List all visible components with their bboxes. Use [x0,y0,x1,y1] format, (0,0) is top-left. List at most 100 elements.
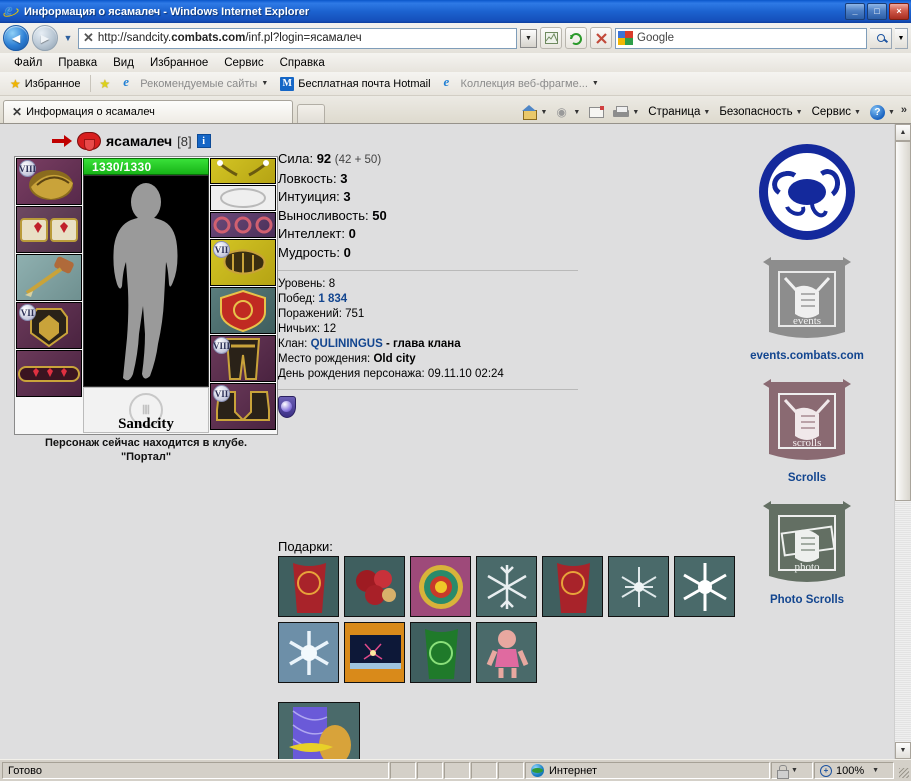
ie-browser-window: e Информация о ясамалеч - Windows Intern… [0,0,911,781]
slot-weapon[interactable] [16,254,82,301]
slot-gauntlet[interactable]: VII [210,239,276,286]
scrollbar-thumb[interactable] [895,141,911,501]
slot-rings[interactable] [210,212,276,238]
red-cloak-gift-icon [543,557,602,616]
slot-helmet[interactable]: VIII [16,158,82,205]
search-go-button[interactable] [870,27,892,49]
stop-button[interactable] [590,27,612,49]
gift-item[interactable] [674,556,735,617]
minimize-button[interactable]: _ [845,3,865,20]
chevron-down-icon: ▼ [261,80,269,87]
url-input[interactable]: ✕ http://sandcity.combats.com/inf.pl?log… [78,27,517,49]
chevron-down-icon[interactable]: ▼ [540,109,547,116]
gift-item[interactable] [410,556,471,617]
favorites-button[interactable]: ★ Избранное [4,77,87,91]
command-bar-overflow-button[interactable]: » [901,104,907,120]
gift-item[interactable] [344,556,405,617]
url-dropdown-button[interactable]: ▼ [520,28,537,48]
character-avatar [83,175,209,387]
slot-leggings[interactable]: VIII [210,335,276,382]
tab-close-icon[interactable]: ✕ [12,105,22,119]
gift-item[interactable] [278,556,339,617]
slot-bracers[interactable] [16,206,82,253]
favorite-suggested-sites[interactable]: e Рекомендуемые сайты ▼ [116,74,274,90]
scroll-up-button[interactable]: ▲ [895,124,911,141]
gift-item[interactable] [278,622,339,683]
clan-label: Клан: [278,338,308,350]
forward-button[interactable]: ► [32,25,58,51]
status-ready-label: Готово [8,764,42,777]
wins-label: Побед: [278,293,316,305]
tab-active[interactable]: ✕ Информация о ясамалеч [3,100,293,123]
google-icon [618,31,633,45]
web-page: ясамалеч [8] i VIII VII 1330/1330 Ⅲ VII … [0,124,894,759]
clan-badge-icon[interactable] [278,396,296,418]
status-text: Готово [2,762,389,779]
chevron-down-icon[interactable]: ▼ [872,767,879,774]
back-button[interactable]: ◄ [3,25,29,51]
refresh-button[interactable] [565,27,587,49]
url-suffix: /inf.pl?login=ясамалеч [245,32,362,44]
print-button[interactable]: ▼ [610,105,642,119]
gift-box-item[interactable] [278,702,360,759]
add-to-favorites-bar-button[interactable]: ★ [94,77,117,91]
search-input[interactable]: Google [615,27,867,49]
slot-shield[interactable] [210,287,276,334]
tools-menu-button[interactable]: Сервис ▼ [809,106,864,118]
scroll-down-button[interactable]: ▼ [895,742,911,759]
stat-value: 0 [343,244,351,260]
protected-mode-indicator[interactable]: ▼ [771,762,813,779]
search-provider-dropdown[interactable]: ▼ [895,27,908,49]
gift-item[interactable] [344,622,405,683]
favorite-hotmail[interactable]: M Бесплатная почта Hotmail [274,76,436,91]
security-menu-button[interactable]: Безопасность ▼ [716,106,805,118]
slot-earrings[interactable] [210,158,276,184]
banner-events[interactable]: events events.combats.com [750,254,864,362]
read-mail-button[interactable] [586,105,607,118]
menu-item-help[interactable]: Справка [272,57,333,69]
security-zone[interactable]: Интернет [525,762,770,779]
gift-item[interactable] [476,556,537,617]
favorite-web-slice-gallery[interactable]: e Коллекция веб-фрагме... ▼ [437,74,605,90]
home-button[interactable]: ▼ [519,105,550,120]
info-birthday: День рождения персонажа: 09.11.10 02:24 [278,367,598,382]
maximize-button[interactable]: □ [867,3,887,20]
compatibility-view-icon[interactable] [540,27,562,49]
photo-scrolls-banner-label: Photo Scrolls [769,594,845,606]
history-dropdown-button[interactable]: ▼ [61,33,75,43]
gift-item[interactable] [410,622,471,683]
info-badge-icon[interactable]: i [196,134,211,148]
page-menu-button[interactable]: Страница ▼ [645,106,713,118]
right-rail: events events.combats.com scrolls Scroll… [732,144,882,606]
back-arrow-icon: ◄ [9,30,23,46]
gift-item[interactable] [608,556,669,617]
resize-grip[interactable] [895,762,909,779]
menu-item-file[interactable]: Файл [6,57,50,69]
feeds-button[interactable]: ◉ ▼ [553,106,583,119]
menu-item-edit[interactable]: Правка [50,57,105,69]
security-menu-label: Безопасность [719,106,793,118]
clan-link[interactable]: QULININGUS [311,338,383,350]
slot-armor[interactable]: VII [16,302,82,349]
banner-scrolls[interactable]: scrolls Scrolls [755,376,859,484]
gift-item[interactable] [542,556,603,617]
page-scrollbar[interactable]: ▲ ▼ [894,124,911,759]
chevron-down-icon[interactable]: ▼ [791,767,798,774]
help-menu-button[interactable]: ? ▼ [867,104,898,120]
close-button[interactable]: × [889,3,909,20]
menu-item-view[interactable]: Вид [105,57,142,69]
gift-item[interactable] [476,622,537,683]
menu-item-tools[interactable]: Сервис [216,57,271,69]
slot-necklace[interactable] [210,185,276,211]
scrollbar-track[interactable] [895,141,911,742]
zoom-control[interactable]: + 100% ▼ [814,762,894,779]
zoom-icon: + [820,764,832,777]
divider [278,270,578,271]
slot-belt[interactable] [16,350,82,397]
banner-photo-scrolls[interactable]: photo Photo Scrolls [755,498,859,606]
new-tab-button[interactable] [297,104,325,123]
magnifier-icon [876,34,885,42]
menu-item-favorites[interactable]: Избранное [142,57,216,69]
chevron-down-icon[interactable]: ▼ [632,109,639,116]
chevron-down-icon[interactable]: ▼ [573,109,580,116]
